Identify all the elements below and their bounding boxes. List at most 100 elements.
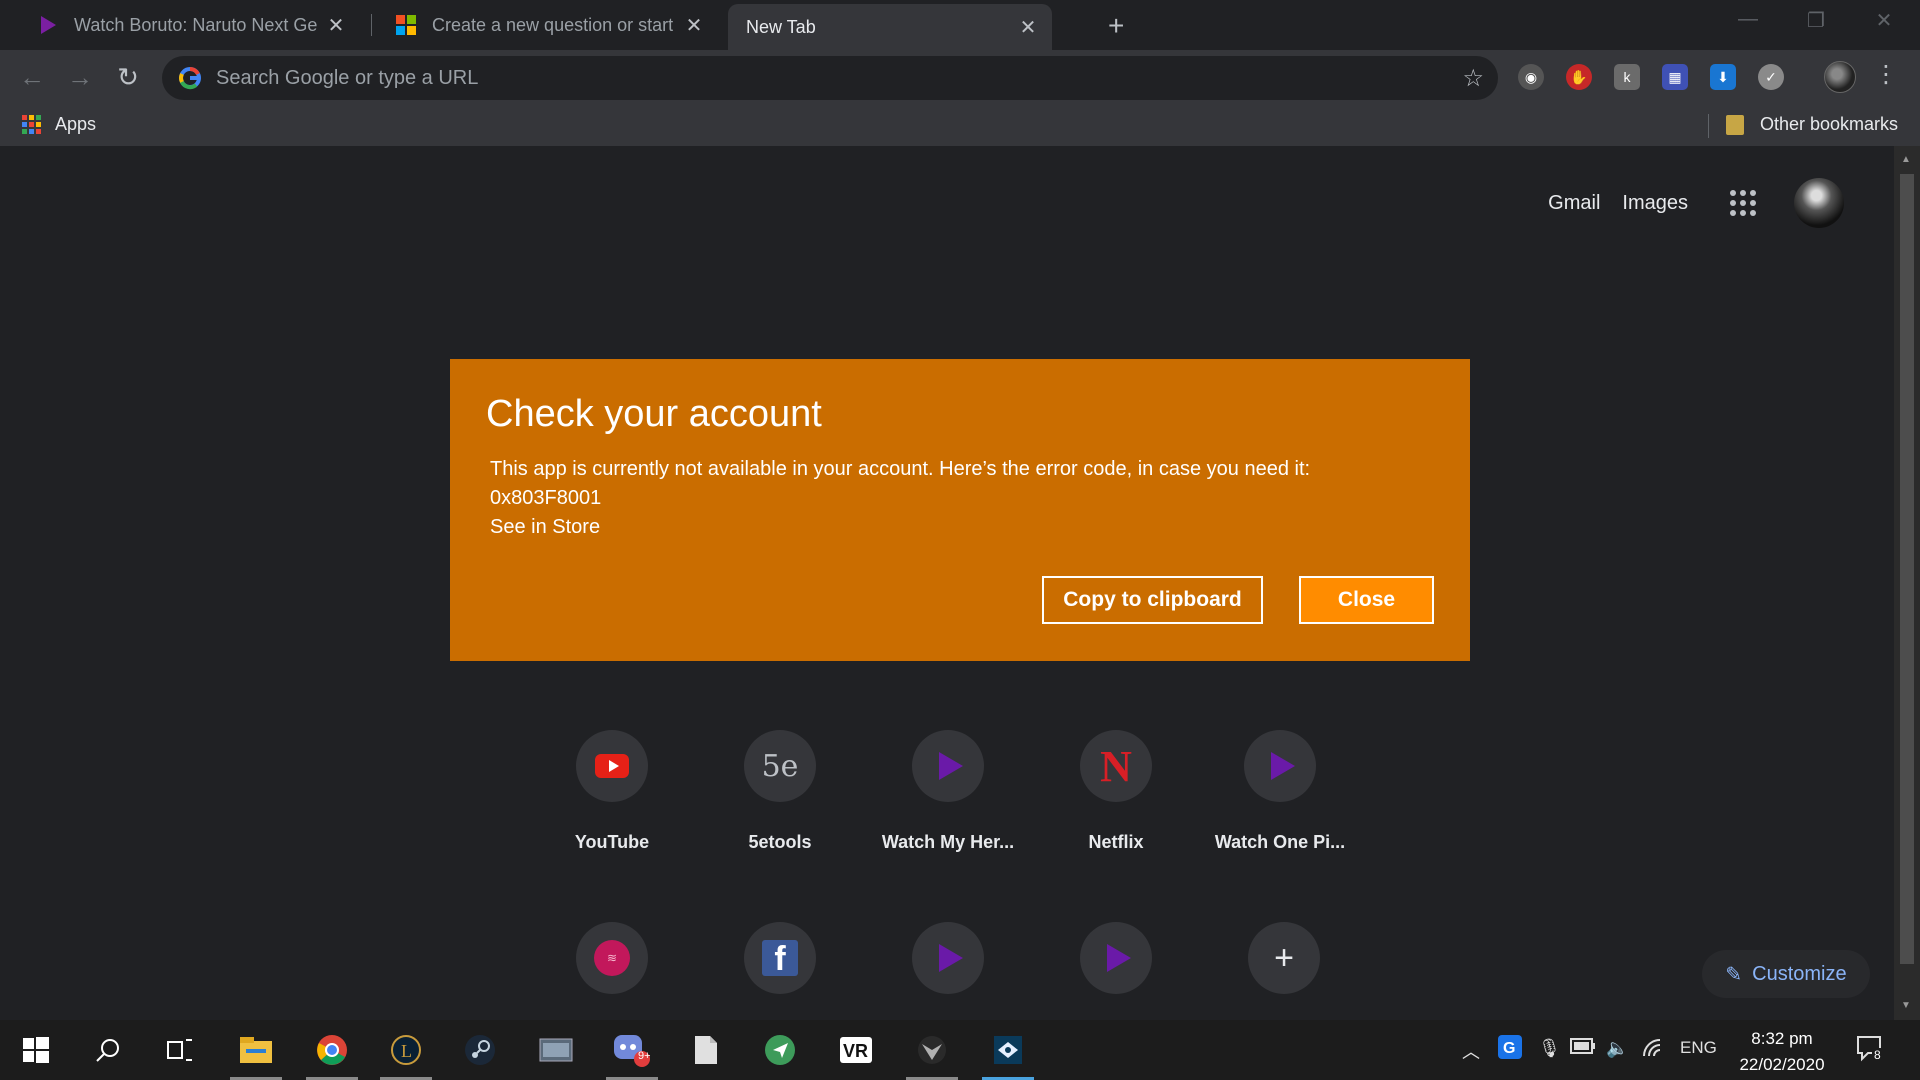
add-shortcut-tile[interactable]: + [1200,922,1368,994]
search-icon[interactable] [78,1028,138,1072]
youtube-icon [595,754,629,778]
close-icon[interactable]: ✕ [1018,15,1038,40]
shortcut-tile[interactable] [864,922,1032,994]
error-code: 0x803F8001 [490,487,602,509]
scroll-up-arrow-icon[interactable]: ▲ [1901,154,1911,165]
shortcut-tile[interactable]: f [696,922,864,994]
shortcut-tile[interactable]: YouTube [528,730,696,853]
taskbar-clock[interactable]: 8:32 pm 22/02/2020 [1720,1026,1844,1078]
shortcut-tile[interactable] [1032,922,1200,994]
shortcut-tile[interactable]: Watch One Pi... [1196,730,1364,853]
close-icon[interactable]: ✕ [684,13,704,38]
close-button[interactable]: Close [1299,576,1434,624]
dialog-message: This app is currently not available in y… [490,458,1311,480]
battery-icon[interactable] [1570,1038,1596,1059]
wifi-icon[interactable] [1642,1038,1664,1063]
images-link[interactable]: Images [1622,192,1688,215]
tab-new-tab[interactable]: New Tab ✕ [728,4,1052,50]
new-tab-plus-icon[interactable]: + [1108,10,1124,42]
svg-text:L: L [401,1041,412,1061]
close-icon[interactable]: ✕ [326,13,346,38]
notification-count: 8 [1872,1048,1883,1062]
address-bar[interactable]: Search Google or type a URL ☆ [162,56,1498,100]
discord-badge: 9+ [638,1050,651,1062]
shortcut-tile[interactable]: Watch My Her... [864,730,1032,853]
forward-arrow-icon[interactable]: → [62,62,98,93]
extension-download-icon[interactable]: ⬇ [1710,64,1736,90]
tab-microsoft[interactable]: Create a new question or start a ✕ [378,4,718,46]
play-purple-icon [939,944,963,972]
vr-icon[interactable]: VR [826,1028,886,1072]
task-view-icon[interactable] [150,1028,210,1072]
tab-divider [371,14,372,36]
tile-icon-circle [1080,922,1152,994]
minimize-icon[interactable]: — [1718,8,1778,31]
tile-label: Netflix [1088,832,1144,852]
witcher-icon[interactable] [902,1028,962,1080]
back-arrow-icon[interactable]: ← [14,62,50,93]
5etools-icon: 5e [761,748,799,784]
shortcut-tile[interactable]: 5e 5etools [696,730,864,853]
show-hidden-icons-chevron-icon[interactable]: ︿ [1462,1038,1480,1064]
customize-button[interactable]: ✎ Customize [1702,950,1870,998]
bookmark-star-icon[interactable]: ☆ [1462,64,1484,93]
chrome-icon[interactable] [302,1028,362,1080]
bookmark-other[interactable]: Other bookmarks [1726,114,1898,135]
tile-icon-circle: ≋ [576,922,648,994]
dialog-title: Check your account [486,393,822,435]
account-avatar[interactable] [1794,178,1844,228]
windows-taskbar: L 9+ VR ︿ G 🎙 🔈 ENG 8:32 pm 22/02/2020 8 [0,1020,1920,1080]
grammarly-icon[interactable]: G [1498,1035,1522,1064]
notification-center-icon[interactable]: 8 [1856,1034,1884,1067]
app-window-icon[interactable] [526,1028,586,1072]
tab-title: Watch Boruto: Naruto Next Gene [74,14,318,35]
shortcut-tile[interactable]: ≋ [528,922,696,994]
bookmarks-divider [1708,114,1709,138]
restore-icon[interactable]: ❐ [1786,8,1846,33]
more-menu-icon[interactable]: ⋮ [1874,60,1898,89]
document-icon[interactable] [676,1028,736,1072]
scrollbar-thumb[interactable] [1900,174,1914,964]
volume-icon[interactable]: 🔈 [1606,1038,1628,1059]
copy-to-clipboard-button[interactable]: Copy to clipboard [1042,576,1263,624]
league-of-legends-icon[interactable]: L [376,1028,436,1080]
tile-icon-circle: 5e [744,730,816,802]
play-purple-icon [1271,752,1295,780]
bookmark-apps-label: Apps [55,114,97,134]
pink-site-icon: ≋ [594,940,630,976]
tab-boruto[interactable]: Watch Boruto: Naruto Next Gene ✕ [20,4,360,46]
reload-icon[interactable]: ↻ [110,62,146,93]
store-app-icon[interactable] [978,1028,1038,1080]
clock-time: 8:32 pm [1751,1029,1813,1048]
extension-stop-hand-icon[interactable]: ✋ [1566,64,1592,90]
language-indicator[interactable]: ENG [1680,1038,1717,1058]
facebook-icon: f [762,940,798,976]
file-explorer-icon[interactable] [226,1028,286,1080]
apps-grid-icon [22,115,41,134]
scroll-down-arrow-icon[interactable]: ▼ [1901,1000,1911,1011]
tile-icon-circle [912,922,984,994]
ntp-header: Gmail Images [1548,178,1844,228]
tile-label: Watch My Her... [881,832,1015,852]
page-scrollbar[interactable]: ▲ ▼ [1894,146,1920,1020]
extension-grey-icon[interactable]: k [1614,64,1640,90]
bookmarks-bar: Apps Other bookmarks [0,106,1920,146]
bookmark-apps[interactable]: Apps [22,114,96,135]
shortcut-tile[interactable]: N Netflix [1032,730,1200,853]
window-close-icon[interactable]: ✕ [1854,8,1914,33]
steam-icon[interactable] [450,1028,510,1072]
tile-icon-circle [1244,730,1316,802]
gmail-link[interactable]: Gmail [1548,192,1600,215]
extension-blue-grid-icon[interactable]: ▦ [1662,64,1688,90]
extension-film-icon[interactable]: ◉ [1518,64,1544,90]
windows-start-icon[interactable] [6,1028,66,1072]
see-in-store-link[interactable]: See in Store [490,513,1310,542]
discord-icon[interactable]: 9+ [602,1028,662,1080]
microphone-icon[interactable]: 🎙 [1538,1038,1561,1059]
extension-check-icon[interactable]: ✓ [1758,64,1784,90]
microsoft-logo-icon [396,15,416,35]
google-apps-icon[interactable] [1730,190,1756,216]
tile-icon-circle: + [1248,922,1320,994]
green-app-icon[interactable] [750,1028,810,1072]
profile-avatar[interactable] [1824,61,1856,93]
